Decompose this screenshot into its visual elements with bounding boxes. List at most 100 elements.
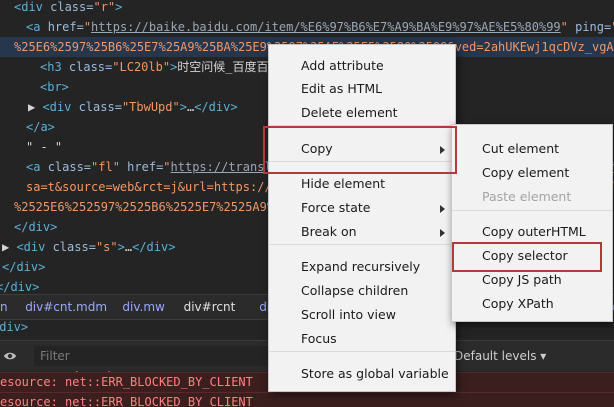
dom-tree-token: https://baike.baidu.com/item/%E6%97%B6%E… <box>91 20 561 34</box>
dom-tree-token: ▶ <box>28 100 43 114</box>
submenu-item-copy-element[interactable]: Copy element <box>452 162 612 184</box>
dom-tree-token: <div <box>14 0 51 14</box>
menu-item-store-as-global-variable[interactable]: Store as global variable <box>269 363 455 385</box>
dom-tree-line[interactable]: <a href="https://baike.baidu.com/item/%E… <box>26 17 614 37</box>
dom-tree-token: … <box>124 240 133 254</box>
dom-tree-token: href= <box>47 20 84 34</box>
copy-submenu: Cut element Copy element Paste element Copy… <box>451 124 613 322</box>
submenu-arrow-icon <box>440 229 445 237</box>
menu-item-label: Collapse children <box>301 283 409 298</box>
submenu-item-copy-js-path[interactable]: Copy JS path <box>452 269 612 291</box>
dom-tree-token: <div <box>16 240 53 254</box>
devtools-window: { "elements_panel": { "lines": [ {"inden… <box>0 0 614 407</box>
breadcrumb-item[interactable]: div#rcnt <box>184 295 236 319</box>
dom-tree-line[interactable]: <br> <box>40 77 69 97</box>
menu-item-edit-as-html[interactable]: Edit as HTML <box>269 78 455 100</box>
menu-item-label: Expand recursively <box>301 259 421 274</box>
dom-tree-token: ping= <box>575 20 612 34</box>
menu-item-hide-element[interactable]: Hide element <box>269 173 455 195</box>
menu-separator <box>269 351 455 352</box>
dom-tree-token: " <box>560 20 576 34</box>
submenu-item-copy-xpath[interactable]: Copy XPath <box>452 293 612 315</box>
submenu-item-paste-element: Paste element <box>452 186 612 208</box>
menu-item-label: Delete element <box>301 105 398 120</box>
menu-separator <box>452 210 612 211</box>
dom-tree-line[interactable]: </div> <box>14 217 57 237</box>
dom-tree-token: " - " <box>26 140 63 154</box>
log-levels-dropdown[interactable]: Default levels ▾ <box>454 349 546 363</box>
dom-tree-token: "fl" <box>91 160 128 174</box>
dom-tree-token: href= <box>127 160 164 174</box>
dom-tree-token: "s" <box>95 240 118 254</box>
submenu-item-label: Cut element <box>482 141 560 156</box>
dom-tree-token: </div> <box>132 240 176 254</box>
menu-item-add-attribute[interactable]: Add attribute <box>269 55 455 77</box>
dom-tree-token: </div> <box>14 220 58 234</box>
dom-tree-token: class= <box>50 0 94 14</box>
dom-tree-token: <h3 <box>40 60 69 74</box>
dom-tree-token: class= <box>52 240 96 254</box>
copy-highlight-box <box>263 126 457 174</box>
dom-tree-token: </div> <box>0 280 40 294</box>
dom-tree-token: class= <box>78 100 122 114</box>
menu-item-delete-element[interactable]: Delete element <box>269 102 455 124</box>
menu-separator <box>269 244 455 245</box>
submenu-arrow-icon <box>440 205 445 213</box>
breadcrumb-item[interactable]: n <box>0 295 8 319</box>
dom-tree-token: <a <box>26 160 48 174</box>
submenu-item-cut-element[interactable]: Cut element <box>452 138 612 160</box>
dom-tree-token: class= <box>68 60 113 74</box>
dom-tree-token: </div> <box>2 260 46 274</box>
dom-tree-token: ▶ <box>2 240 17 254</box>
menu-item-label: Break on <box>301 224 357 239</box>
console-error-row: esource: net::ERR_BLOCKED_BY_CLIENT <box>0 392 614 407</box>
eye-icon[interactable] <box>3 349 17 363</box>
dom-tree-token: " <box>83 20 92 34</box>
dom-tree-token: <br> <box>40 80 69 94</box>
dom-tree-token: > <box>115 0 123 14</box>
menu-item-label: Edit as HTML <box>301 81 383 96</box>
dom-tree-token: <a <box>26 20 48 34</box>
dom-tree-token: > <box>179 100 187 114</box>
dom-tree-token: </a> <box>26 120 55 134</box>
console-filter-input[interactable] <box>34 346 286 366</box>
dom-tree-token: "LC20lb" <box>112 60 171 74</box>
dom-tree-token: 时空问候_百度百科 <box>177 60 281 74</box>
menu-item-collapse-children[interactable]: Collapse children <box>269 280 455 302</box>
submenu-item-label: Copy element <box>482 165 570 180</box>
dom-tree-token: " <box>163 160 171 174</box>
dom-tree-line[interactable]: /div> <box>0 317 28 337</box>
menu-item-label: Scroll into view <box>301 307 396 322</box>
dom-tree-line[interactable]: </div> <box>2 257 45 277</box>
breadcrumb-item[interactable]: div.mw <box>122 295 164 319</box>
dom-tree-line[interactable]: ▶ <div class="s">…</div> <box>2 237 175 257</box>
dom-tree-line[interactable]: <div class="r"> <box>14 0 122 17</box>
dom-tree-line[interactable]: " - " <box>26 137 62 157</box>
menu-item-focus[interactable]: Focus <box>269 328 455 350</box>
menu-item-label: Force state <box>301 200 371 215</box>
submenu-item-copy-outerhtml[interactable]: Copy outerHTML <box>452 221 612 243</box>
menu-item-force-state[interactable]: Force state <box>269 197 455 219</box>
dom-tree-line[interactable]: </a> <box>26 117 55 137</box>
dom-tree-token: <div <box>42 100 79 114</box>
copy-selector-highlight-box <box>452 242 602 272</box>
menu-item-expand-recursively[interactable]: Expand recursively <box>269 256 455 278</box>
submenu-item-label: Copy outerHTML <box>482 224 586 239</box>
dom-tree-token: > <box>117 240 125 254</box>
dom-tree-token: </div> <box>194 100 238 114</box>
menu-item-label: Add attribute <box>301 58 384 73</box>
dom-tree-token: /div> <box>0 320 29 334</box>
context-menu: Add attribute Edit as HTML Delete element C… <box>268 44 456 392</box>
menu-item-label: Hide element <box>301 176 386 191</box>
menu-item-scroll-into-view[interactable]: Scroll into view <box>269 304 455 326</box>
menu-item-label: Store as global variable <box>301 366 449 381</box>
dom-tree-token: "r" <box>93 0 116 14</box>
menu-item-label: Focus <box>301 331 337 346</box>
submenu-item-label: Paste element <box>482 189 572 204</box>
dom-tree-token: "TbwUpd" <box>121 100 180 114</box>
dom-tree-line[interactable]: ▶ <div class="TbwUpd">…</div> <box>28 97 238 117</box>
menu-item-break-on[interactable]: Break on <box>269 221 455 243</box>
submenu-item-label: Copy JS path <box>482 272 562 287</box>
breadcrumb-item[interactable]: div#cnt.mdm <box>25 295 107 319</box>
dom-tree-token: class= <box>47 160 92 174</box>
